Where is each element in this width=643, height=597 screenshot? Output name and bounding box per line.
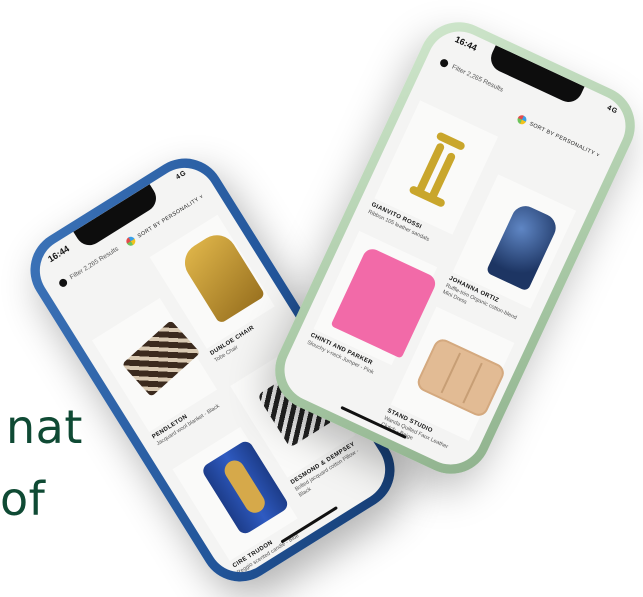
green-phone: 16:44 4G Filter 2,265 Results SORT BY PE… xyxy=(262,9,643,487)
results-count: 2,265 Results xyxy=(465,70,505,94)
status-time: 16:44 xyxy=(46,243,72,265)
dress-image xyxy=(485,201,560,292)
results-count: 2,265 Results xyxy=(82,245,120,273)
filter-button[interactable]: Filter xyxy=(451,64,467,76)
chair-image xyxy=(177,227,266,324)
personality-icon xyxy=(124,234,138,248)
blanket-image xyxy=(121,320,201,397)
sort-dropdown[interactable]: SORT BY PERSONALITY ˅ xyxy=(516,113,601,160)
filter-icon[interactable] xyxy=(438,57,450,69)
filter-icon[interactable] xyxy=(57,277,69,289)
clutch-image xyxy=(414,335,507,419)
status-time: 16:44 xyxy=(453,34,479,53)
signal-indicator: 4G xyxy=(605,104,619,116)
sort-label: SORT BY PERSONALITY xyxy=(528,121,596,157)
filter-button[interactable]: Filter xyxy=(69,268,85,282)
background-headline-line-2: of xyxy=(0,472,46,526)
personality-icon xyxy=(516,113,528,126)
background-headline-line-1: nat xyxy=(6,400,83,454)
signal-indicator: 4G xyxy=(174,169,189,182)
heels-image xyxy=(402,122,479,212)
green-phone-screen: 16:44 4G Filter 2,265 Results SORT BY PE… xyxy=(273,21,637,475)
